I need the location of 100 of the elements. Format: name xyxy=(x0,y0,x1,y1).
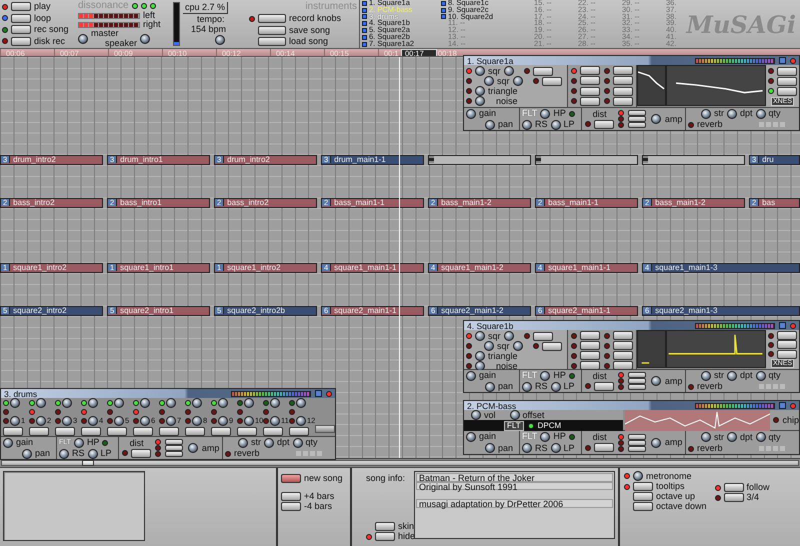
push-button[interactable] xyxy=(580,76,600,86)
push-button[interactable] xyxy=(777,66,797,76)
push-button[interactable] xyxy=(613,76,633,86)
knob[interactable] xyxy=(756,108,766,119)
knob[interactable] xyxy=(512,341,523,351)
knob[interactable] xyxy=(633,471,643,481)
push-button[interactable] xyxy=(375,532,395,541)
window-button[interactable] xyxy=(779,322,786,329)
push-button[interactable] xyxy=(289,427,309,436)
push-button[interactable] xyxy=(130,448,151,458)
knob[interactable] xyxy=(510,410,520,420)
push-button[interactable] xyxy=(580,341,600,350)
push-button[interactable] xyxy=(724,483,744,492)
push-button[interactable] xyxy=(777,76,797,86)
push-button[interactable] xyxy=(594,443,614,452)
knob[interactable] xyxy=(215,34,225,44)
push-button[interactable] xyxy=(613,341,633,350)
title-bar[interactable]: 1. Square1a xyxy=(464,56,799,65)
push-button[interactable] xyxy=(281,502,301,511)
push-button[interactable] xyxy=(29,427,49,436)
knob[interactable] xyxy=(540,432,550,442)
knob[interactable] xyxy=(485,443,495,454)
push-button[interactable] xyxy=(777,340,797,350)
push-button[interactable] xyxy=(3,427,23,436)
push-button[interactable] xyxy=(628,434,646,440)
push-button[interactable] xyxy=(580,86,600,96)
push-button[interactable] xyxy=(633,502,653,511)
knob[interactable] xyxy=(650,438,661,448)
knob[interactable] xyxy=(540,370,550,380)
push-button[interactable] xyxy=(55,427,75,436)
push-button[interactable] xyxy=(628,110,646,116)
title-bar[interactable]: 2. PCM-bass xyxy=(464,401,799,410)
knob[interactable] xyxy=(756,432,766,442)
knob[interactable] xyxy=(727,432,737,442)
knob[interactable] xyxy=(74,438,84,448)
knob[interactable] xyxy=(238,438,248,448)
push-button[interactable] xyxy=(211,427,231,436)
push-button[interactable] xyxy=(237,427,257,436)
push-button[interactable] xyxy=(628,384,646,390)
push-button[interactable] xyxy=(11,36,31,46)
knob[interactable] xyxy=(540,108,550,118)
push-button[interactable] xyxy=(107,427,127,436)
knob[interactable] xyxy=(550,443,561,454)
push-button[interactable] xyxy=(133,427,153,436)
push-button[interactable] xyxy=(633,492,653,501)
knob[interactable] xyxy=(701,370,711,381)
window-button[interactable] xyxy=(779,57,786,64)
push-button[interactable] xyxy=(613,86,633,96)
push-button[interactable] xyxy=(258,26,286,35)
push-button[interactable] xyxy=(159,427,179,436)
pattern-continuation[interactable] xyxy=(535,154,638,165)
push-button[interactable] xyxy=(613,361,633,370)
knob[interactable] xyxy=(727,108,737,119)
knob[interactable] xyxy=(522,120,532,130)
push-button[interactable] xyxy=(628,378,646,384)
knob[interactable] xyxy=(88,448,98,458)
push-button[interactable] xyxy=(580,361,600,370)
knob[interactable] xyxy=(59,448,69,458)
scrollbar[interactable] xyxy=(1,460,799,466)
push-button[interactable] xyxy=(628,122,646,128)
knob[interactable] xyxy=(756,370,766,381)
knob[interactable] xyxy=(504,66,514,76)
push-button[interactable] xyxy=(594,120,614,128)
knob[interactable] xyxy=(701,432,711,442)
push-button[interactable] xyxy=(613,96,633,106)
push-button[interactable] xyxy=(777,350,797,359)
push-button[interactable] xyxy=(580,96,600,106)
push-button[interactable] xyxy=(258,14,286,24)
push-button[interactable] xyxy=(11,25,31,34)
knob[interactable] xyxy=(550,382,561,392)
push-button[interactable] xyxy=(165,445,184,451)
knob[interactable] xyxy=(188,443,198,453)
pattern-continuation[interactable] xyxy=(642,154,745,165)
knob[interactable] xyxy=(140,34,150,44)
pattern-continuation[interactable] xyxy=(428,154,531,165)
push-button[interactable] xyxy=(281,474,301,483)
scroll-thumb[interactable] xyxy=(82,460,94,466)
push-button[interactable] xyxy=(532,332,553,340)
push-button[interactable] xyxy=(281,492,301,501)
knob[interactable] xyxy=(264,438,274,448)
knob[interactable] xyxy=(650,114,661,124)
push-button[interactable] xyxy=(11,14,31,23)
push-button[interactable] xyxy=(633,482,653,491)
push-button[interactable] xyxy=(580,66,600,76)
push-button[interactable] xyxy=(263,427,283,436)
push-button[interactable] xyxy=(724,493,744,502)
push-button[interactable] xyxy=(777,331,797,340)
push-button[interactable] xyxy=(613,66,633,76)
push-button[interactable] xyxy=(165,451,184,457)
title-bar[interactable]: 4. Square1b xyxy=(464,321,799,330)
knob[interactable] xyxy=(78,34,88,44)
window-button[interactable] xyxy=(315,390,322,397)
push-button[interactable] xyxy=(11,2,31,12)
push-button[interactable] xyxy=(542,76,562,86)
push-button[interactable] xyxy=(628,372,646,378)
window-button[interactable] xyxy=(779,402,786,409)
knob[interactable] xyxy=(522,382,532,392)
push-button[interactable] xyxy=(613,351,633,360)
knob[interactable] xyxy=(292,438,303,448)
push-button[interactable] xyxy=(532,66,553,76)
